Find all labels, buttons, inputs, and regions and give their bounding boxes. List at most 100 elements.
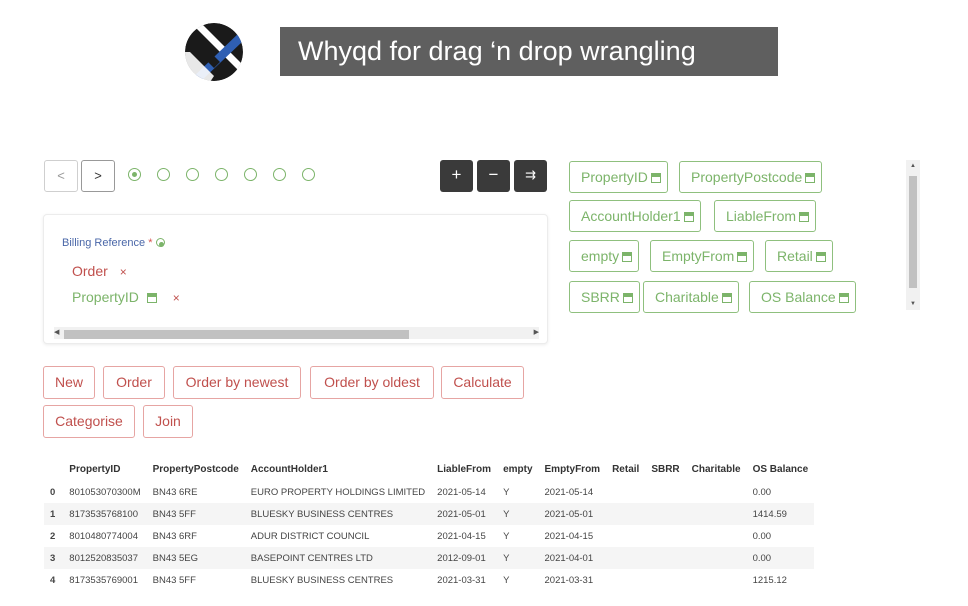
table-cell: Y [497,547,539,569]
field-chip-label: PropertyPostcode [691,169,803,185]
scrollbar-thumb[interactable] [909,176,917,288]
table-cell [686,481,747,503]
step-dot-6[interactable] [273,168,286,181]
scroll-left-icon[interactable]: ◀ [54,327,59,339]
action-card: Billing Reference * Order × PropertyID × … [43,214,548,344]
table-row: 0 801053070300M BN43 6RE EURO PROPERTY HOLD… [44,481,814,503]
step-dot-3[interactable] [186,168,199,181]
table-cell: 2021-05-01 [538,503,607,525]
table-cell: 2021-05-14 [437,486,486,498]
card-item-label: Order [72,263,108,279]
order-button[interactable]: Order [103,366,165,399]
previous-button[interactable]: < [44,160,78,192]
table-cell: 2021-05-01 [431,503,498,525]
join-button[interactable]: Join [143,405,193,438]
column-header: empty [503,464,533,475]
table-cell: 2021-04-15 [437,530,486,542]
calendar-icon [799,212,810,222]
table-cell: Y [503,486,510,498]
field-chip-liablefrom[interactable]: LiableFrom [714,200,817,232]
column-header: AccountHolder1 [250,464,328,475]
billing-status-dot [155,238,165,247]
table-cell: ADUR DISTRICT COUNCIL [250,530,370,542]
field-chip-label: PropertyID [581,169,648,185]
order-by-newest-button[interactable]: Order by newest [173,366,301,399]
table-cell: 2021-03-31 [437,574,486,586]
card-item-propertyid[interactable]: PropertyID × [72,289,180,305]
remove-item-icon[interactable]: × [173,291,180,305]
remove-item-icon[interactable]: × [120,265,127,279]
required-star: * [148,237,153,249]
next-button[interactable]: > [81,160,115,192]
table-cell: 0.00 [752,486,772,498]
new-button[interactable]: New [43,366,95,399]
calendar-icon [650,173,661,183]
field-chip-label: LiableFrom [726,208,797,224]
column-header [44,460,63,481]
table-cell: 8173535768100 [63,503,147,525]
vertical-scrollbar[interactable]: ▲ ▼ [906,160,920,310]
card-item-order[interactable]: Order × [72,263,127,279]
field-chip-empty[interactable]: empty [569,240,640,272]
table-cell [606,481,645,503]
table-cell: BLUESKY BUSINESS CENTRES [250,574,394,586]
calendar-icon [622,293,633,303]
horizontal-scrollbar[interactable]: ◀ ▶ [54,327,539,339]
table-cell: Y [503,530,510,542]
row-index: 3 [44,547,64,569]
column-header: PropertyPostcode [152,464,239,475]
calendar-icon [146,293,157,303]
remove-button[interactable]: − [477,160,510,192]
table-cell: EURO PROPERTY HOLDINGS LIMITED [250,486,426,498]
table-cell: BN43 6RF [152,530,197,542]
billing-reference-text: Billing Reference [62,237,146,249]
expand-button[interactable]: ⇉ [514,160,547,192]
table-cell [606,525,645,547]
row-index: 1 [44,503,64,525]
field-chip-label: Charitable [655,289,719,305]
table-cell [685,503,747,525]
scrollbar-thumb[interactable] [64,330,409,339]
column-header: SBRR [651,464,680,475]
whyqd-logo-icon [185,23,243,81]
field-chip-propertypostcode[interactable]: PropertyPostcode [679,161,823,193]
scroll-down-icon[interactable]: ▼ [910,301,916,307]
field-chip-label: AccountHolder1 [581,208,681,224]
calendar-icon [737,252,748,262]
field-chip-label: OS Balance [761,289,836,305]
order-by-oldest-button[interactable]: Order by oldest [310,366,434,399]
step-dot-1[interactable] [128,168,141,181]
table-cell: 2021-05-14 [544,486,594,498]
column-header: PropertyID [69,464,121,475]
column-header: OS Balance [752,464,809,475]
field-chip-sbrr[interactable]: SBRR [569,281,640,313]
field-chip-accountholder1[interactable]: AccountHolder1 [569,200,701,232]
field-chip-propertyid[interactable]: PropertyID [569,161,668,193]
row-index: 4 [50,574,56,586]
step-dot-2[interactable] [157,168,170,181]
billing-reference-label: Billing Reference * [62,237,165,249]
step-dot-4[interactable] [215,168,228,181]
step-dot-5[interactable] [244,168,257,181]
table-header-row: PropertyID PropertyPostcode AccountHolde… [44,460,814,481]
add-button[interactable]: + [440,160,473,192]
step-indicator [128,168,315,181]
table-cell [686,569,747,591]
calculate-button[interactable]: Calculate [441,366,524,399]
table-cell: 0.00 [746,547,815,569]
step-dot-7[interactable] [302,168,315,181]
field-chip-os-balance[interactable]: OS Balance [749,281,856,313]
table-cell [606,547,646,569]
field-chip-label: empty [581,248,620,264]
calendar-icon [721,293,732,303]
categorise-button[interactable]: Categorise [43,405,135,438]
field-chip-emptyfrom[interactable]: EmptyFrom [650,240,755,272]
table-cell [645,547,686,569]
calendar-icon [838,293,849,303]
field-chip-retail[interactable]: Retail [765,240,833,272]
card-item-label: PropertyID [72,289,139,305]
scroll-up-icon[interactable]: ▲ [910,163,916,169]
field-chip-charitable[interactable]: Charitable [643,281,739,313]
scroll-right-icon[interactable]: ▶ [534,327,539,339]
table-row: 4 8173535769001 BN43 5FF BLUESKY BUSINESS C… [44,569,814,591]
